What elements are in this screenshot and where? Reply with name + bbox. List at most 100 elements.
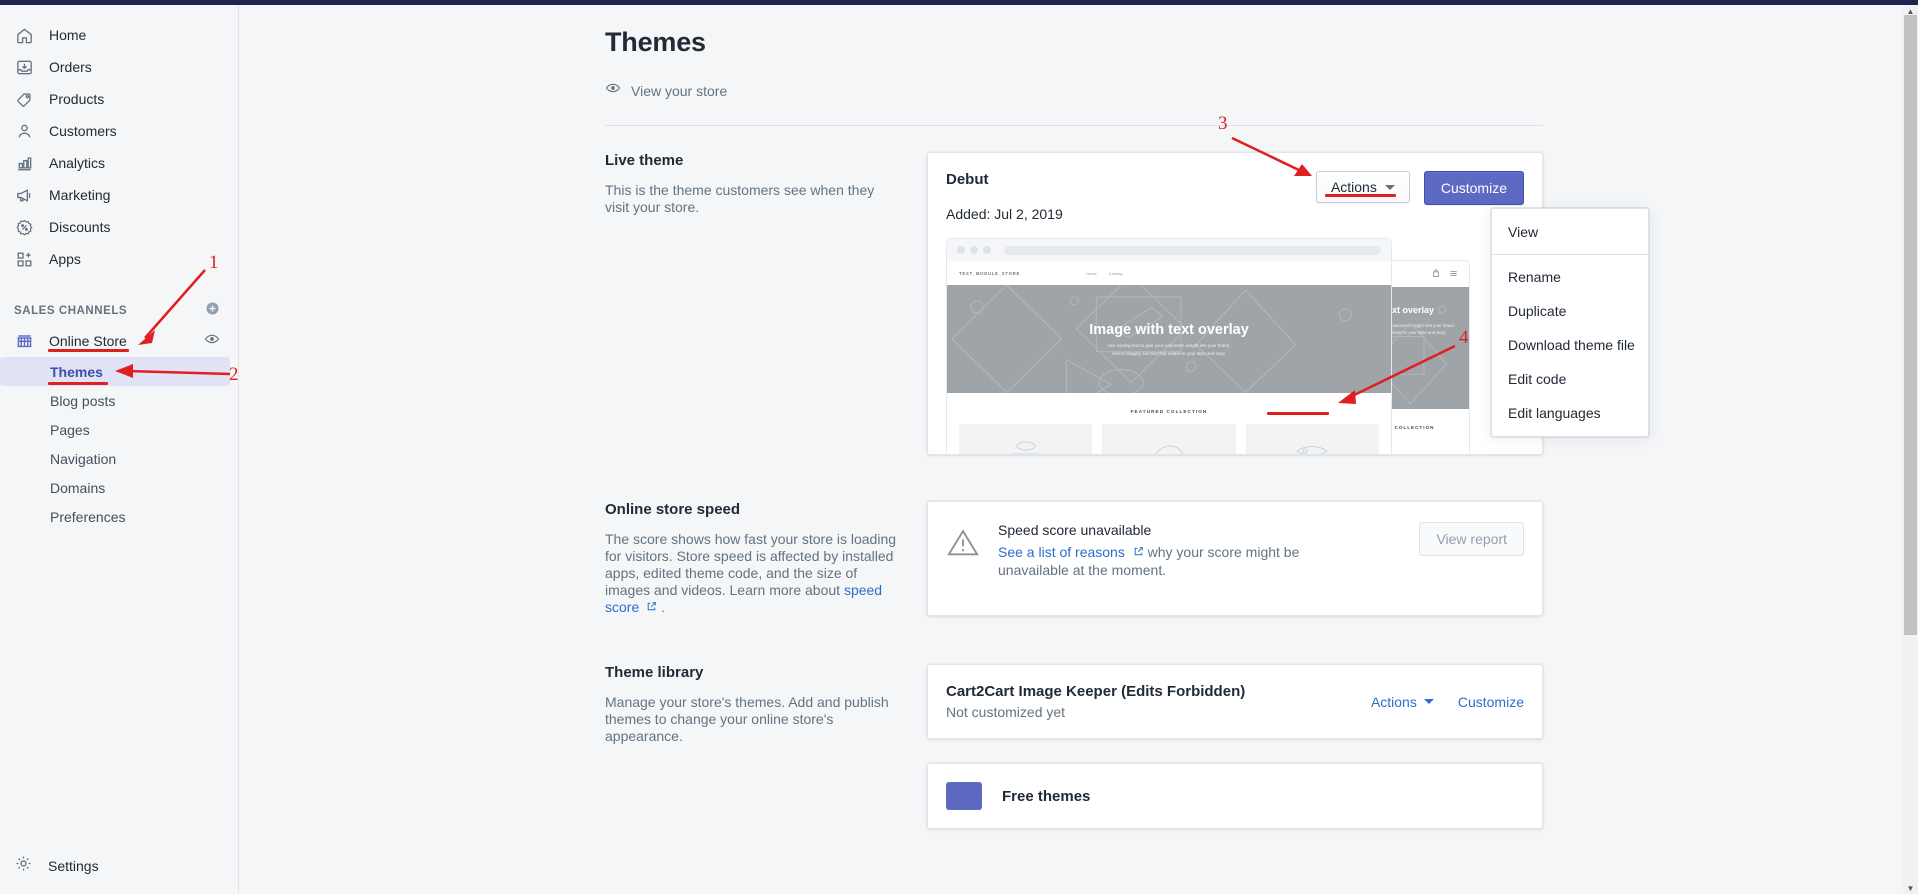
sidebar-item-home[interactable]: Home <box>0 19 230 51</box>
discounts-percent-icon <box>14 217 34 237</box>
plus-circle-icon[interactable] <box>205 301 220 321</box>
sidebar-item-domains[interactable]: Domains <box>0 473 230 502</box>
sidebar-subitem-label: Blog posts <box>50 392 116 409</box>
sidebar-item-preferences[interactable]: Preferences <box>0 502 230 531</box>
orders-icon <box>14 57 34 77</box>
customize-button-label: Customize <box>1440 180 1507 196</box>
menu-item-edit-code[interactable]: Edit code <box>1492 362 1648 396</box>
actions-dropdown-menu[interactable]: View Rename Duplicate Download theme fil… <box>1491 208 1649 437</box>
section-description-tail: . <box>661 599 665 615</box>
sidebar-item-analytics[interactable]: Analytics <box>0 147 230 179</box>
sidebar-subitem-label: Preferences <box>50 508 126 525</box>
eye-icon[interactable] <box>204 331 220 352</box>
sidebar-item-themes[interactable]: Themes <box>0 357 230 386</box>
preview-product-grid <box>947 424 1391 454</box>
sidebar-item-label: Products <box>49 91 105 107</box>
preview-hero-body-2: Select imagery and text that relates to … <box>1112 350 1226 356</box>
annotation-underline-themes <box>48 382 108 385</box>
live-theme-card: Debut Added: Jul 2, 2019 Actions Customi… <box>927 152 1543 455</box>
section-description: This is the theme customers see when the… <box>605 182 875 215</box>
theme-customize-button[interactable]: Customize <box>1458 694 1524 710</box>
window-dot <box>957 246 965 254</box>
theme-meta: Cart2Cart Image Keeper (Edits Forbidden)… <box>946 683 1371 720</box>
menu-item-view[interactable]: View <box>1492 215 1648 249</box>
sidebar-subitem-label: Navigation <box>50 450 117 467</box>
free-themes-title: Free themes <box>1002 787 1091 805</box>
shopping-bag-icon <box>1432 265 1440 283</box>
sidebar-item-blog-posts[interactable]: Blog posts <box>0 386 230 415</box>
sidebar-subitem-label: Pages <box>50 421 90 438</box>
chevron-down-icon <box>1423 699 1434 704</box>
theme-actions-button[interactable]: Actions <box>1371 694 1434 710</box>
sidebar-item-navigation[interactable]: Navigation <box>0 444 230 473</box>
live-theme-section: Live theme This is the theme customers s… <box>605 152 1543 455</box>
theme-preview-desktop: TEXT_MODULE_STORE Home Catalog Image wit… <box>946 238 1392 454</box>
sidebar-subitem-label: Themes <box>50 363 103 380</box>
sidebar-item-label: Marketing <box>49 187 111 203</box>
preview-product-cell <box>959 424 1093 454</box>
browser-chrome <box>947 239 1391 261</box>
customize-button[interactable]: Customize <box>1423 171 1524 205</box>
sidebar: Home Orders Products Customers Analytics… <box>0 5 239 894</box>
menu-separator <box>1492 254 1648 255</box>
preview-store-logo: TEXT_MODULE_STORE <box>959 270 1021 276</box>
theme-added-date: Added: Jul 2, 2019 <box>946 206 1063 222</box>
customers-person-icon <box>14 121 34 141</box>
products-tag-icon <box>14 89 34 109</box>
store-speed-card: Speed score unavailable See a list of re… <box>927 501 1543 616</box>
actions-button[interactable]: Actions <box>1315 171 1410 203</box>
sidebar-item-customers[interactable]: Customers <box>0 115 230 147</box>
divider <box>605 125 1543 126</box>
view-your-store-link[interactable]: View your store <box>605 80 1837 101</box>
live-theme-description-block: Live theme This is the theme customers s… <box>605 152 927 455</box>
gear-icon <box>14 854 33 878</box>
hamburger-menu-icon <box>1449 265 1458 283</box>
see-list-of-reasons-link[interactable]: See a list of reasons <box>998 544 1125 560</box>
external-link-icon <box>642 599 661 615</box>
sidebar-item-online-store[interactable]: Online Store <box>0 325 238 357</box>
live-theme-card-header: Debut Added: Jul 2, 2019 Actions Customi… <box>928 153 1542 222</box>
scrollbar-thumb[interactable] <box>1904 15 1917 635</box>
sidebar-item-label: Settings <box>48 858 99 874</box>
theme-library-description-block: Theme library Manage your store's themes… <box>605 664 927 829</box>
annotation-underline-edit-code <box>1267 412 1329 415</box>
primary-nav: Home Orders Products Customers Analytics… <box>0 5 238 275</box>
sidebar-item-settings[interactable]: Settings <box>0 850 239 882</box>
sidebar-item-label: Online Store <box>49 333 127 349</box>
sidebar-item-label: Apps <box>49 251 81 267</box>
preview-nav: Home Catalog <box>1086 271 1122 276</box>
free-themes-card[interactable]: Free themes <box>927 763 1543 829</box>
view-report-label: View report <box>1436 531 1507 547</box>
sidebar-item-discounts[interactable]: Discounts <box>0 211 230 243</box>
menu-item-edit-languages[interactable]: Edit languages <box>1492 396 1648 430</box>
menu-item-duplicate[interactable]: Duplicate <box>1492 294 1648 328</box>
scroll-down-arrow-icon[interactable]: ▼ <box>1903 882 1918 894</box>
home-icon <box>14 25 34 45</box>
sidebar-item-label: Customers <box>49 123 117 139</box>
store-speed-section: Online store speed The score shows how f… <box>605 501 1543 616</box>
preview-nav-link: Catalog <box>1108 270 1123 276</box>
sidebar-item-orders[interactable]: Orders <box>0 51 230 83</box>
url-bar <box>1004 245 1381 255</box>
storefront-icon <box>14 331 34 351</box>
sidebar-item-pages[interactable]: Pages <box>0 415 230 444</box>
sidebar-item-marketing[interactable]: Marketing <box>0 179 230 211</box>
view-your-store-label: View your store <box>631 82 728 99</box>
speed-status-text: Speed score unavailable See a list of re… <box>998 522 1419 579</box>
theme-name: Debut <box>946 171 989 188</box>
sidebar-item-products[interactable]: Products <box>0 83 230 115</box>
theme-preview: Image with text overlay Use overlay text… <box>946 238 1524 454</box>
preview-hero-title: Image with text overlay <box>1089 321 1249 338</box>
menu-item-download-theme-file[interactable]: Download theme file <box>1492 328 1648 362</box>
eye-icon <box>605 80 621 101</box>
preview-hero: Image with text overlay Use overlay text… <box>947 285 1391 393</box>
warning-triangle-icon <box>946 526 980 565</box>
menu-item-rename[interactable]: Rename <box>1492 260 1648 294</box>
sidebar-item-apps[interactable]: Apps <box>0 243 230 275</box>
view-report-button[interactable]: View report <box>1419 522 1524 556</box>
section-title: Online store speed <box>605 501 741 518</box>
vertical-scrollbar[interactable]: ▲ ▼ <box>1903 5 1918 894</box>
sidebar-item-label: Home <box>49 27 87 43</box>
preview-product-cell <box>1102 424 1236 454</box>
speed-status-sub: See a list of reasons why your score mig… <box>998 543 1348 579</box>
